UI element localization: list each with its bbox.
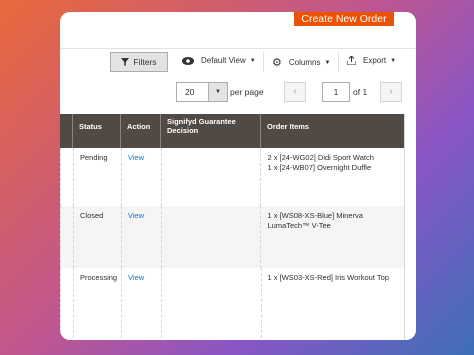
header-status[interactable]: Status [72, 114, 120, 148]
view-label: Default View [201, 56, 246, 65]
action-cell: View [120, 206, 161, 268]
export-label: Export [363, 56, 387, 65]
gear-icon: ⚙ [272, 57, 282, 69]
chevron-down-icon: ▼ [390, 57, 397, 64]
per-page-value: 20 [185, 87, 195, 97]
status-cell: Pending [73, 148, 121, 206]
previous-page-button[interactable]: ‹ [284, 82, 306, 102]
action-cell: View [120, 148, 161, 206]
order-item: LumaTech™ V-Tee [267, 221, 331, 230]
table-row: Pending View 2 x [24-WG02] Didi Sport Wa… [60, 148, 404, 206]
next-page-button[interactable]: › [380, 82, 402, 102]
page-count-label: of 1 [353, 87, 368, 97]
funnel-icon [121, 58, 130, 66]
header-order-items[interactable]: Order Items [260, 114, 404, 148]
decision-cell [160, 148, 261, 206]
decision-cell [160, 206, 261, 268]
order-item: 1 x [WS03-XS-Red] Iris Workout Top [267, 273, 389, 282]
export-icon [347, 56, 356, 65]
view-link[interactable]: View [128, 153, 144, 162]
order-item: 2 x [24-WG02] Didi Sport Watch [267, 153, 374, 162]
create-new-order-button[interactable]: Create New Order [294, 12, 394, 26]
status-cell: Processing [73, 268, 121, 338]
header-checkbox-column [60, 114, 72, 148]
per-page-label: per page [230, 87, 264, 97]
columns-dropdown[interactable]: ⚙ Columns ▼ [272, 56, 330, 69]
chevron-down-icon[interactable]: ▼ [208, 83, 227, 101]
header-signifyd-decision[interactable]: Signifyd Guarantee Decision [160, 114, 260, 148]
view-dropdown[interactable]: Default View ▼ [182, 56, 256, 65]
grid-right-border [404, 114, 405, 340]
orders-panel: Create New Order Filters Default View ▼ … [60, 12, 416, 340]
order-item: 1 x [24-WB07] Overnight Duffle [267, 163, 372, 172]
row-select-cell [60, 148, 73, 206]
orders-grid: Status Action Signifyd Guarantee Decisio… [60, 114, 404, 338]
row-select-cell [60, 268, 73, 338]
view-link[interactable]: View [128, 211, 144, 220]
per-page-select[interactable]: 20 ▼ [176, 82, 228, 102]
toolbar-separator [338, 52, 339, 72]
filters-label: Filters [133, 57, 157, 67]
decision-cell [160, 268, 261, 338]
status-cell: Closed [73, 206, 121, 268]
eye-icon [182, 56, 194, 65]
chevron-down-icon: ▼ [249, 57, 256, 64]
chevron-down-icon: ▼ [324, 59, 331, 66]
row-select-cell [60, 206, 73, 268]
order-items-cell: 1 x [WS08-XS-Blue] Minerva LumaTech™ V-T… [260, 206, 404, 268]
table-row: Closed View 1 x [WS08-XS-Blue] Minerva L… [60, 206, 404, 268]
table-row: Processing View 1 x [WS03-XS-Red] Iris W… [60, 268, 404, 338]
export-dropdown[interactable]: Export ▼ [347, 56, 396, 65]
order-items-cell: 1 x [WS03-XS-Red] Iris Workout Top [260, 268, 404, 338]
grid-header: Status Action Signifyd Guarantee Decisio… [60, 114, 404, 148]
columns-label: Columns [288, 58, 321, 67]
toolbar-separator [263, 52, 264, 72]
order-item: 1 x [WS08-XS-Blue] Minerva [267, 211, 363, 220]
order-items-cell: 2 x [24-WG02] Didi Sport Watch 1 x [24-W… [260, 148, 404, 206]
header-action[interactable]: Action [120, 114, 160, 148]
divider [60, 48, 416, 49]
action-cell: View [121, 268, 161, 338]
view-link[interactable]: View [128, 273, 144, 282]
page-number-input[interactable]: 1 [322, 82, 350, 102]
filters-button[interactable]: Filters [110, 52, 168, 72]
